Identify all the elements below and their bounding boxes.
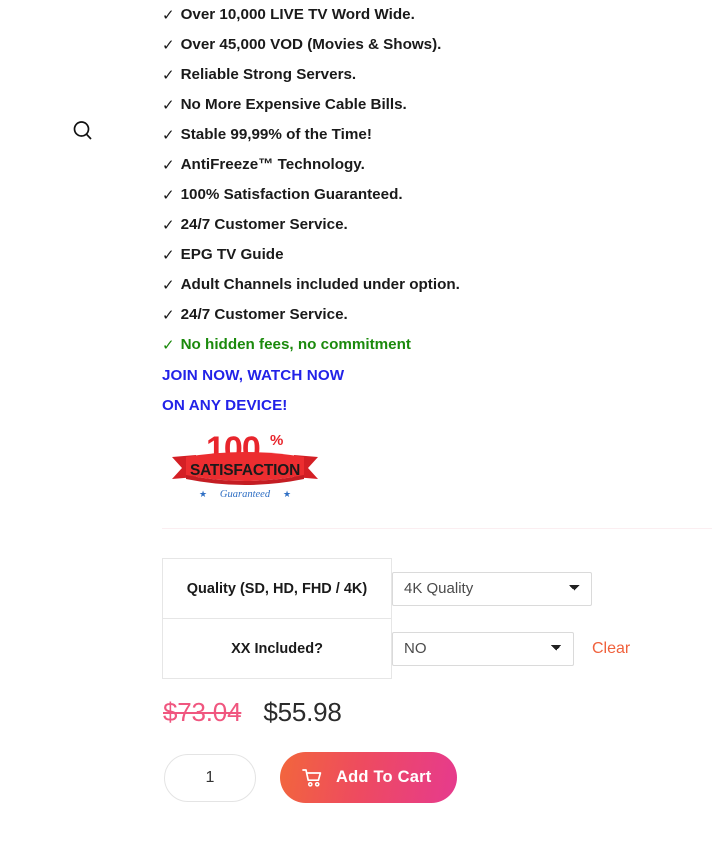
list-item-label: AntiFreeze™ Technology. (180, 156, 365, 174)
list-item: ✓ Reliable Strong Servers. (162, 60, 712, 90)
add-to-cart-label: Add To Cart (336, 768, 432, 786)
search-icon-glyph (73, 121, 92, 140)
list-item-label: Stable 99,99% of the Time! (180, 126, 372, 144)
check-icon: ✓ (162, 216, 175, 234)
search-icon[interactable] (68, 116, 98, 146)
list-item: ✓ Over 45,000 VOD (Movies & Shows). (162, 30, 712, 60)
quantity-input[interactable] (164, 753, 256, 802)
list-item-label: 100% Satisfaction Guaranteed. (180, 186, 403, 204)
table-row: Quality (SD, HD, FHD / 4K) 4K Quality (162, 558, 712, 619)
svg-text:★: ★ (199, 489, 207, 499)
product-detail-page: ✓ Over 10,000 LIVE TV Word Wide. ✓ Over … (0, 0, 712, 849)
clear-link[interactable]: Clear (592, 640, 630, 658)
satisfaction-guarantee-badge: 100 % SATISFACTION ★ Guaranteed ★ (170, 429, 320, 501)
list-item: ✓ Stable 99,99% of the Time! (162, 120, 712, 150)
list-item: ✓ Adult Channels included under option. (162, 270, 712, 300)
list-item-label: No hidden fees, no commitment (180, 336, 411, 354)
check-icon: ✓ (162, 306, 175, 324)
svg-text:%: % (270, 432, 283, 449)
variation-label-included: XX Included? (162, 618, 392, 679)
shopping-cart-icon (302, 768, 324, 788)
price-row: $73.04 $55.98 (163, 697, 342, 728)
list-item-label: EPG TV Guide (180, 246, 284, 264)
quality-select[interactable]: 4K Quality (392, 571, 592, 606)
list-item-label: Over 45,000 VOD (Movies & Shows). (180, 36, 442, 54)
badge-graphic: 100 % SATISFACTION ★ Guaranteed ★ (172, 430, 318, 500)
check-icon: ✓ (162, 276, 175, 294)
variation-value-included: NO Clear (392, 619, 712, 679)
check-icon: ✓ (162, 126, 175, 144)
svg-text:SATISFACTION: SATISFACTION (190, 462, 300, 479)
list-item-label: 24/7 Customer Service. (180, 306, 348, 324)
check-icon: ✓ (162, 156, 175, 174)
check-icon: ✓ (162, 336, 175, 354)
list-item-label: Over 10,000 LIVE TV Word Wide. (180, 6, 415, 24)
section-divider (162, 528, 712, 529)
promo-line-1: JOIN NOW, WATCH NOW (162, 366, 345, 384)
list-item: ✓ No More Expensive Cable Bills. (162, 90, 712, 120)
promo-line-2: ON ANY DEVICE! (162, 396, 288, 414)
list-item: ✓ AntiFreeze™ Technology. (162, 150, 712, 180)
list-item-label: Adult Channels included under option. (180, 276, 460, 294)
list-item: ✓ EPG TV Guide (162, 240, 712, 270)
product-description: ✓ Over 10,000 LIVE TV Word Wide. ✓ Over … (162, 0, 712, 501)
list-item: ✓ 24/7 Customer Service. (162, 210, 712, 240)
cart-row: Add To Cart (164, 752, 458, 803)
list-item: ✓ Over 10,000 LIVE TV Word Wide. (162, 0, 712, 30)
list-item: ✓ 24/7 Customer Service. (162, 300, 712, 330)
check-icon: ✓ (162, 66, 175, 84)
add-to-cart-button[interactable]: Add To Cart (280, 752, 458, 803)
check-icon: ✓ (162, 246, 175, 264)
variation-label-quality: Quality (SD, HD, FHD / 4K) (162, 558, 392, 619)
variation-value-quality: 4K Quality (392, 559, 712, 619)
variations-section: Quality (SD, HD, FHD / 4K) 4K Quality XX… (162, 558, 712, 679)
list-item-highlight: ✓ No hidden fees, no commitment (162, 330, 712, 360)
variations-table: Quality (SD, HD, FHD / 4K) 4K Quality XX… (162, 558, 712, 679)
original-price: $73.04 (163, 697, 242, 727)
check-icon: ✓ (162, 186, 175, 204)
check-icon: ✓ (162, 36, 175, 54)
included-select[interactable]: NO (392, 631, 574, 666)
svg-text:★: ★ (283, 489, 291, 499)
shopping-cart-icon-glyph (302, 768, 322, 787)
feature-list: ✓ Over 10,000 LIVE TV Word Wide. ✓ Over … (162, 0, 712, 360)
table-row: XX Included? NO Clear (162, 618, 712, 679)
list-item: ✓ 100% Satisfaction Guaranteed. (162, 180, 712, 210)
list-item-label: 24/7 Customer Service. (180, 216, 348, 234)
check-icon: ✓ (162, 6, 175, 24)
check-icon: ✓ (162, 96, 175, 114)
sale-price: $55.98 (263, 697, 342, 727)
svg-text:Guaranteed: Guaranteed (220, 489, 271, 500)
list-item-label: Reliable Strong Servers. (180, 66, 357, 84)
list-item-label: No More Expensive Cable Bills. (180, 96, 407, 114)
